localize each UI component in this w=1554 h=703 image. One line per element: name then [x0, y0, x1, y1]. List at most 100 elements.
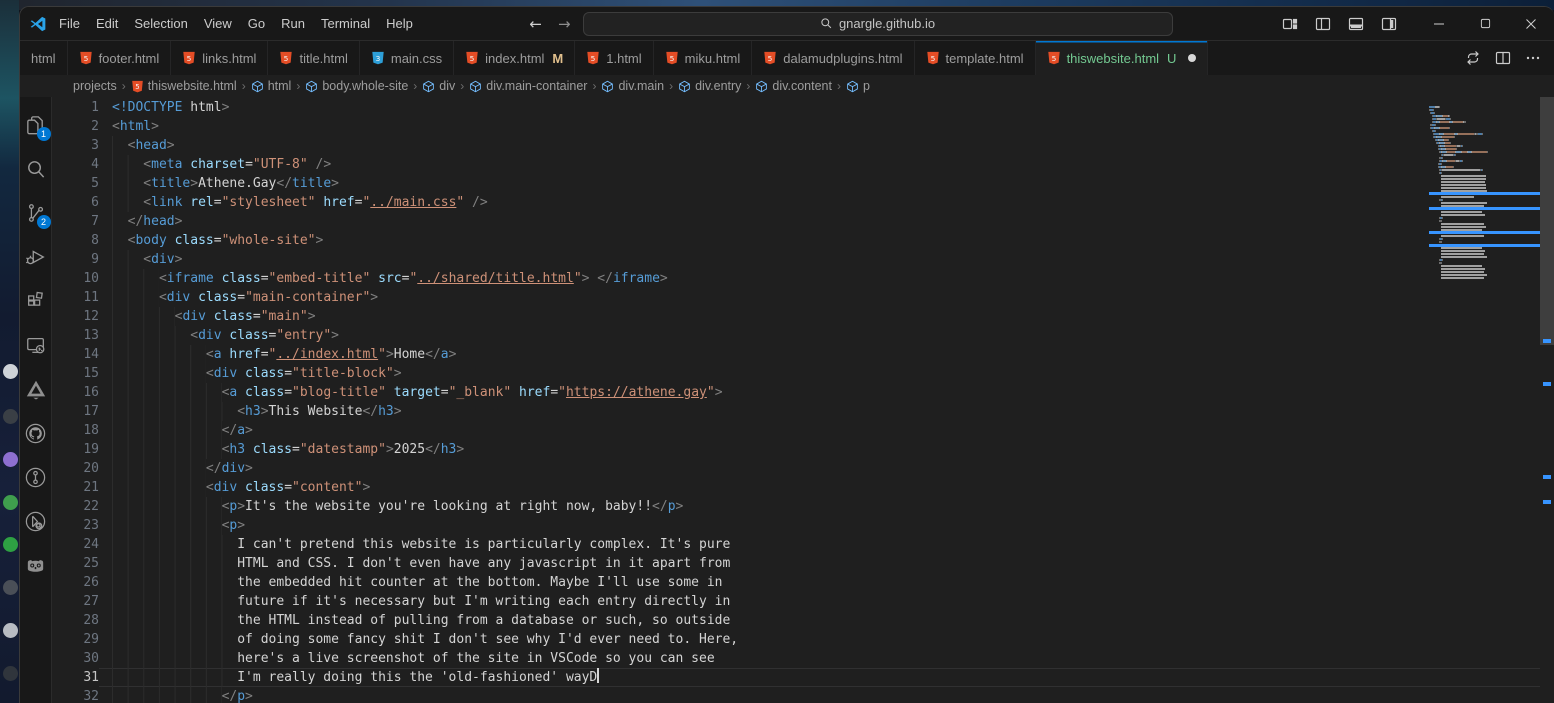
- code-line[interactable]: <h3>This Website</h3>: [99, 402, 1540, 421]
- code-line[interactable]: <title>Athene.Gay</title>: [99, 174, 1540, 193]
- code-line[interactable]: <div class="entry">: [99, 326, 1540, 345]
- activity-run-debug-icon[interactable]: [20, 235, 52, 279]
- code-line[interactable]: </head>: [99, 212, 1540, 231]
- code-line[interactable]: </p>: [99, 687, 1540, 703]
- code-row-28[interactable]: 28the HTML instead of pulling from a dat…: [52, 611, 1540, 630]
- activity-godot-icon[interactable]: [20, 543, 52, 587]
- code-line[interactable]: <html>: [99, 117, 1540, 136]
- code-line[interactable]: <body class="whole-site">: [99, 231, 1540, 250]
- tab-thiswebsite.html[interactable]: 5thiswebsite.htmlU: [1036, 41, 1209, 75]
- tab-template.html[interactable]: 5template.html: [915, 41, 1036, 75]
- code-row-30[interactable]: 30here's a live screenshot of the site i…: [52, 649, 1540, 668]
- code-line[interactable]: </div>: [99, 459, 1540, 478]
- code-line[interactable]: <div>: [99, 250, 1540, 269]
- tab-1.html[interactable]: 51.html: [575, 41, 653, 75]
- code-line[interactable]: I'm really doing this the 'old-fashioned…: [99, 668, 1540, 687]
- breadcrumb-item-div-main-container[interactable]: div.main-container: [468, 79, 588, 93]
- code-row-26[interactable]: 26the embedded hit counter at the bottom…: [52, 573, 1540, 592]
- code-row-22[interactable]: 22<p>It's the website you're looking at …: [52, 497, 1540, 516]
- activity-extensions-icon[interactable]: [20, 279, 52, 323]
- code-line[interactable]: <link rel="stylesheet" href="../main.css…: [99, 193, 1540, 212]
- activity-a-triangle-logo-icon[interactable]: [20, 367, 52, 411]
- code-row-7[interactable]: 7</head>: [52, 212, 1540, 231]
- code-row-10[interactable]: 10<iframe class="embed-title" src="../sh…: [52, 269, 1540, 288]
- code-row-3[interactable]: 3<head>: [52, 136, 1540, 155]
- menu-terminal[interactable]: Terminal: [313, 12, 378, 35]
- activity-source-control-icon[interactable]: 2: [20, 191, 52, 235]
- breadcrumb-item-p[interactable]: p: [845, 79, 871, 93]
- menu-edit[interactable]: Edit: [88, 12, 126, 35]
- code-row-11[interactable]: 11<div class="main-container">: [52, 288, 1540, 307]
- customize-layout-icon[interactable]: [1277, 12, 1303, 36]
- code-row-4[interactable]: 4<meta charset="UTF-8" />: [52, 155, 1540, 174]
- tab-dalamudplugins.html[interactable]: 5dalamudplugins.html: [752, 41, 914, 75]
- code-row-8[interactable]: 8<body class="whole-site">: [52, 231, 1540, 250]
- breadcrumb-item-body-whole-site[interactable]: body.whole-site: [304, 79, 409, 93]
- code-row-12[interactable]: 12<div class="main">: [52, 307, 1540, 326]
- code-line[interactable]: of doing some fancy shit I don't see why…: [99, 630, 1540, 649]
- breadcrumb-item-html[interactable]: html: [250, 79, 293, 93]
- code-line[interactable]: <h3 class="datestamp">2025</h3>: [99, 440, 1540, 459]
- code-row-13[interactable]: 13<div class="entry">: [52, 326, 1540, 345]
- tab-index.html[interactable]: 5index.htmlM: [454, 41, 575, 75]
- split-editor-icon[interactable]: [1492, 47, 1514, 69]
- code-line[interactable]: <a href="../index.html">Home</a>: [99, 345, 1540, 364]
- code-row-17[interactable]: 17<h3>This Website</h3>: [52, 402, 1540, 421]
- code-line[interactable]: <div class="content">: [99, 478, 1540, 497]
- code-line[interactable]: here's a live screenshot of the site in …: [99, 649, 1540, 668]
- editor-scrollbar[interactable]: [1540, 97, 1554, 703]
- code-line[interactable]: HTML and CSS. I don't even have any java…: [99, 554, 1540, 573]
- code-line[interactable]: <!DOCTYPE html>: [99, 98, 1540, 117]
- code-row-20[interactable]: 20</div>: [52, 459, 1540, 478]
- code-row-25[interactable]: 25HTML and CSS. I don't even have any ja…: [52, 554, 1540, 573]
- code-line[interactable]: <p>: [99, 516, 1540, 535]
- code-row-24[interactable]: 24I can't pretend this website is partic…: [52, 535, 1540, 554]
- code-row-2[interactable]: 2<html>: [52, 117, 1540, 136]
- code-line[interactable]: <div class="main-container">: [99, 288, 1540, 307]
- code-line[interactable]: the HTML instead of pulling from a datab…: [99, 611, 1540, 630]
- code-row-6[interactable]: 6<link rel="stylesheet" href="../main.cs…: [52, 193, 1540, 212]
- code-line[interactable]: the embedded hit counter at the bottom. …: [99, 573, 1540, 592]
- breadcrumb-item-div-entry[interactable]: div.entry: [677, 79, 742, 93]
- code-row-31[interactable]: 31I'm really doing this the 'old-fashion…: [52, 668, 1540, 687]
- menu-run[interactable]: Run: [273, 12, 313, 35]
- editor[interactable]: 1<!DOCTYPE html>2<html>3<head>4<meta cha…: [52, 97, 1554, 703]
- unsaved-dot-icon[interactable]: [1188, 54, 1196, 62]
- activity-gitlens-icon[interactable]: [20, 455, 52, 499]
- code-row-18[interactable]: 18</a>: [52, 421, 1540, 440]
- menu-file[interactable]: File: [51, 12, 88, 35]
- activity-search-sidebar-icon[interactable]: [20, 147, 52, 191]
- maximize-icon[interactable]: [1462, 7, 1508, 41]
- code-row-1[interactable]: 1<!DOCTYPE html>: [52, 98, 1540, 117]
- menu-help[interactable]: Help: [378, 12, 421, 35]
- more-actions-icon[interactable]: [1522, 47, 1544, 69]
- code-row-23[interactable]: 23<p>: [52, 516, 1540, 535]
- scrollbar-thumb[interactable]: [1540, 97, 1554, 345]
- tab-main.css[interactable]: 3main.css: [360, 41, 454, 75]
- nav-back-icon[interactable]: ←: [525, 15, 546, 33]
- tab-miku.html[interactable]: 5miku.html: [654, 41, 753, 75]
- code-line[interactable]: <div class="main">: [99, 307, 1540, 326]
- breadcrumb-item-projects[interactable]: projects: [72, 79, 118, 93]
- code-row-9[interactable]: 9<div>: [52, 250, 1540, 269]
- code-line[interactable]: <p>It's the website you're looking at ri…: [99, 497, 1540, 516]
- tab-footer.html[interactable]: 5footer.html: [68, 41, 172, 75]
- breadcrumb-item-div-content[interactable]: div.content: [754, 79, 833, 93]
- tab-title.html[interactable]: 5title.html: [268, 41, 359, 75]
- toggle-secondary-sidebar-icon[interactable]: [1376, 12, 1402, 36]
- close-icon[interactable]: [1508, 7, 1554, 41]
- code-row-27[interactable]: 27future if it's necessary but I'm writi…: [52, 592, 1540, 611]
- code-line[interactable]: <div class="title-block">: [99, 364, 1540, 383]
- code-row-5[interactable]: 5<title>Athene.Gay</title>: [52, 174, 1540, 193]
- code-row-16[interactable]: 16<a class="blog-title" target="_blank" …: [52, 383, 1540, 402]
- breadcrumb-item-div[interactable]: div: [421, 79, 456, 93]
- menu-selection[interactable]: Selection: [126, 12, 195, 35]
- code-line[interactable]: I can't pretend this website is particul…: [99, 535, 1540, 554]
- code-line[interactable]: </a>: [99, 421, 1540, 440]
- tab-html[interactable]: html: [20, 41, 68, 75]
- code-area[interactable]: 1<!DOCTYPE html>2<html>3<head>4<meta cha…: [52, 98, 1540, 703]
- code-row-15[interactable]: 15<div class="title-block">: [52, 364, 1540, 383]
- code-line[interactable]: <a class="blog-title" target="_blank" hr…: [99, 383, 1540, 402]
- breadcrumb-item-div-main[interactable]: div.main: [600, 79, 665, 93]
- minimap[interactable]: [1429, 99, 1540, 339]
